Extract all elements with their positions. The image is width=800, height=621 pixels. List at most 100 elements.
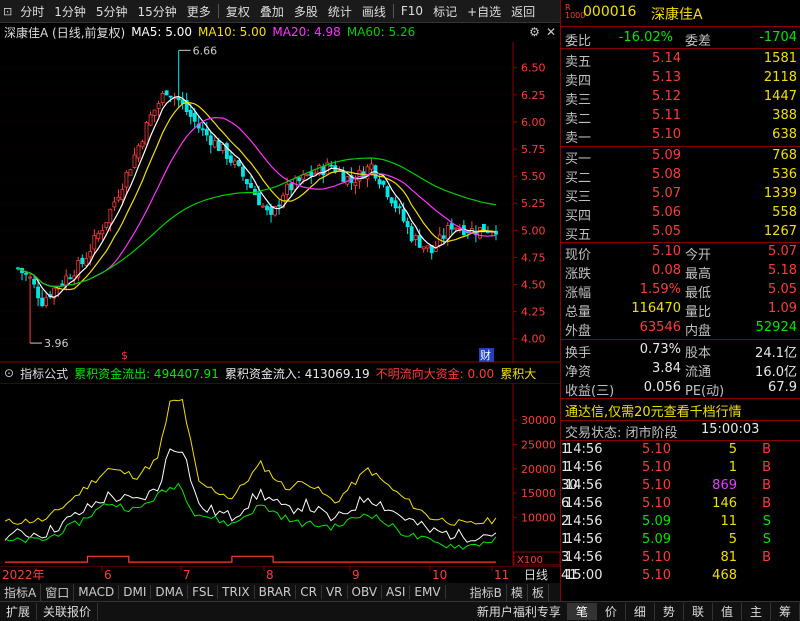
indicator-name[interactable]: 指标公式 — [20, 365, 68, 382]
toolbar-item-12[interactable]: +自选 — [462, 3, 506, 20]
ma20-line — [17, 116, 496, 287]
toolbar-item-0[interactable]: 分时 — [15, 3, 49, 20]
candle-body — [204, 129, 209, 136]
toolbar-item-8[interactable]: 统计 — [323, 3, 357, 20]
candle-body — [249, 182, 253, 188]
indicator-tab-fsl[interactable]: FSL — [188, 585, 219, 599]
toolbar-item-4[interactable]: 更多 — [182, 3, 216, 20]
candle-body — [441, 235, 446, 239]
date-label: 9 — [352, 568, 360, 582]
status-item-1[interactable]: 关联报价 — [37, 603, 99, 620]
fund-out-label: 累积资金流出: 494407.91 — [74, 366, 219, 381]
indicator-tab-macd[interactable]: MACD — [74, 585, 120, 599]
indicator-tab-obv[interactable]: OBV — [348, 585, 383, 599]
indicator-expand-icon[interactable]: ⊙ — [4, 366, 14, 380]
price-tick-label: 4.50 — [521, 279, 546, 292]
fundamental-label: 收益(三) — [565, 384, 615, 399]
close-icon[interactable]: ✕ — [546, 25, 556, 39]
quote-tab-6[interactable]: 主 — [742, 603, 771, 620]
date-label: 2022年 — [2, 568, 45, 582]
ad-link[interactable]: 通达信,仅需20元查看千档行情 — [565, 401, 742, 420]
sell-price: 5.10 — [652, 127, 681, 142]
indicator-tab-vr[interactable]: VR — [322, 585, 348, 599]
ad-row: 通达信,仅需20元查看千档行情 — [561, 401, 800, 420]
tick-time: 14:56 — [565, 496, 603, 511]
quote-tab-7[interactable]: 筹 — [771, 603, 800, 620]
tick-price: 5.09 — [642, 514, 671, 529]
stat-value: 5.10 — [652, 244, 681, 259]
sell-volume: 1581 — [763, 51, 797, 66]
stat-value: 5.07 — [768, 244, 797, 259]
candle-body — [401, 209, 406, 222]
indicator-tab-brar[interactable]: BRAR — [255, 585, 297, 599]
candle-body — [148, 114, 153, 126]
candle-body — [160, 92, 165, 104]
fundamental-value: 24.1亿 — [755, 346, 797, 361]
tick-row: 14:56 5.10 146 B 6 — [561, 496, 800, 514]
buy-level-label: 买四 — [565, 209, 592, 224]
promo-link[interactable]: 新用户福利专享 — [471, 603, 568, 620]
indicator-tick-label: 10000 — [521, 511, 556, 524]
buy-volume: 1267 — [763, 224, 797, 239]
tick-count: 2 — [561, 514, 570, 529]
candle-body — [40, 297, 44, 307]
home-icon[interactable]: ⊡ — [0, 5, 15, 18]
quote-tab-5[interactable]: 值 — [713, 603, 742, 620]
indicator-tab-窗口[interactable]: 窗口 — [41, 583, 75, 601]
toolbar-item-10[interactable]: F10 — [396, 4, 428, 18]
indicator-tab-模[interactable]: 模 — [507, 583, 528, 601]
stat-value: 63546 — [639, 320, 681, 335]
toolbar-item-5[interactable]: 复权 — [221, 3, 255, 20]
indicator-tab-指标b[interactable]: 指标B — [466, 583, 507, 601]
sell-level-label: 卖三 — [565, 93, 592, 108]
toolbar-item-11[interactable]: 标记 — [428, 3, 462, 20]
buy-level-row: 买二 5.08 536 — [561, 167, 800, 186]
stat-value: 5.18 — [768, 263, 797, 278]
buy-volume: 1339 — [763, 186, 797, 201]
tick-count: 1 — [561, 532, 570, 547]
indicator-tab-dma[interactable]: DMA — [151, 585, 189, 599]
candle-body — [80, 257, 85, 265]
candle-body — [265, 205, 269, 211]
candle-body — [413, 234, 418, 240]
indicator-chart[interactable]: 30000 25000 20000 15000 10000 X100 — [0, 383, 560, 566]
quote-tab-1[interactable]: 价 — [597, 603, 626, 620]
tick-volume: 81 — [720, 550, 737, 565]
indicator-tab-trix[interactable]: TRIX — [218, 585, 255, 599]
toolbar-item-7[interactable]: 多股 — [289, 3, 323, 20]
tick-time: 14:56 — [565, 532, 603, 547]
stat-label: 今开 — [685, 248, 712, 263]
quote-tab-0[interactable]: 笔 — [567, 603, 597, 620]
toolbar-item-2[interactable]: 5分钟 — [91, 3, 133, 20]
settings-icon[interactable]: ⚙ — [529, 25, 540, 39]
candle-body — [100, 230, 105, 235]
quote-tab-3[interactable]: 势 — [655, 603, 684, 620]
stock-code: 000016 — [583, 4, 637, 20]
low-price-label: 3.96 — [44, 337, 69, 350]
divider — [561, 26, 800, 27]
status-item-0[interactable]: 扩展 — [0, 603, 38, 620]
indicator-tab-asi[interactable]: ASI — [382, 585, 411, 599]
toolbar-item-6[interactable]: 叠加 — [255, 3, 289, 20]
indicator-tab-emv[interactable]: EMV — [410, 585, 446, 599]
sell-volume: 638 — [772, 127, 797, 142]
quote-tab-2[interactable]: 细 — [626, 603, 655, 620]
toolbar-item-3[interactable]: 15分钟 — [133, 3, 182, 20]
indicator-tab-dmi[interactable]: DMI — [119, 585, 152, 599]
quote-tab-4[interactable]: 联 — [684, 603, 713, 620]
candle-body — [188, 109, 193, 117]
candle-body — [329, 164, 334, 167]
candle-body — [309, 171, 314, 177]
indicator-tab-指标a[interactable]: 指标A — [0, 583, 42, 601]
toolbar-item-9[interactable]: 画线 — [357, 3, 391, 20]
indicator-tab-板[interactable]: 板 — [528, 583, 549, 601]
sell-level-row: 卖一 5.10 638 — [561, 127, 800, 146]
buy-level-label: 买一 — [565, 152, 592, 167]
indicator-tab-cr[interactable]: CR — [296, 585, 322, 599]
price-chart[interactable]: 6.50 6.25 6.00 5.75 5.50 5.25 5.00 4.75 4.50 4.25… — [0, 42, 560, 363]
divider — [561, 48, 800, 49]
toolbar-item-1[interactable]: 1分钟 — [49, 3, 91, 20]
toolbar-item-13[interactable]: 返回 — [506, 3, 540, 20]
tick-count: 1 — [561, 442, 570, 457]
fund-in-label: 累积资金流入: 413069.19 — [224, 366, 370, 381]
